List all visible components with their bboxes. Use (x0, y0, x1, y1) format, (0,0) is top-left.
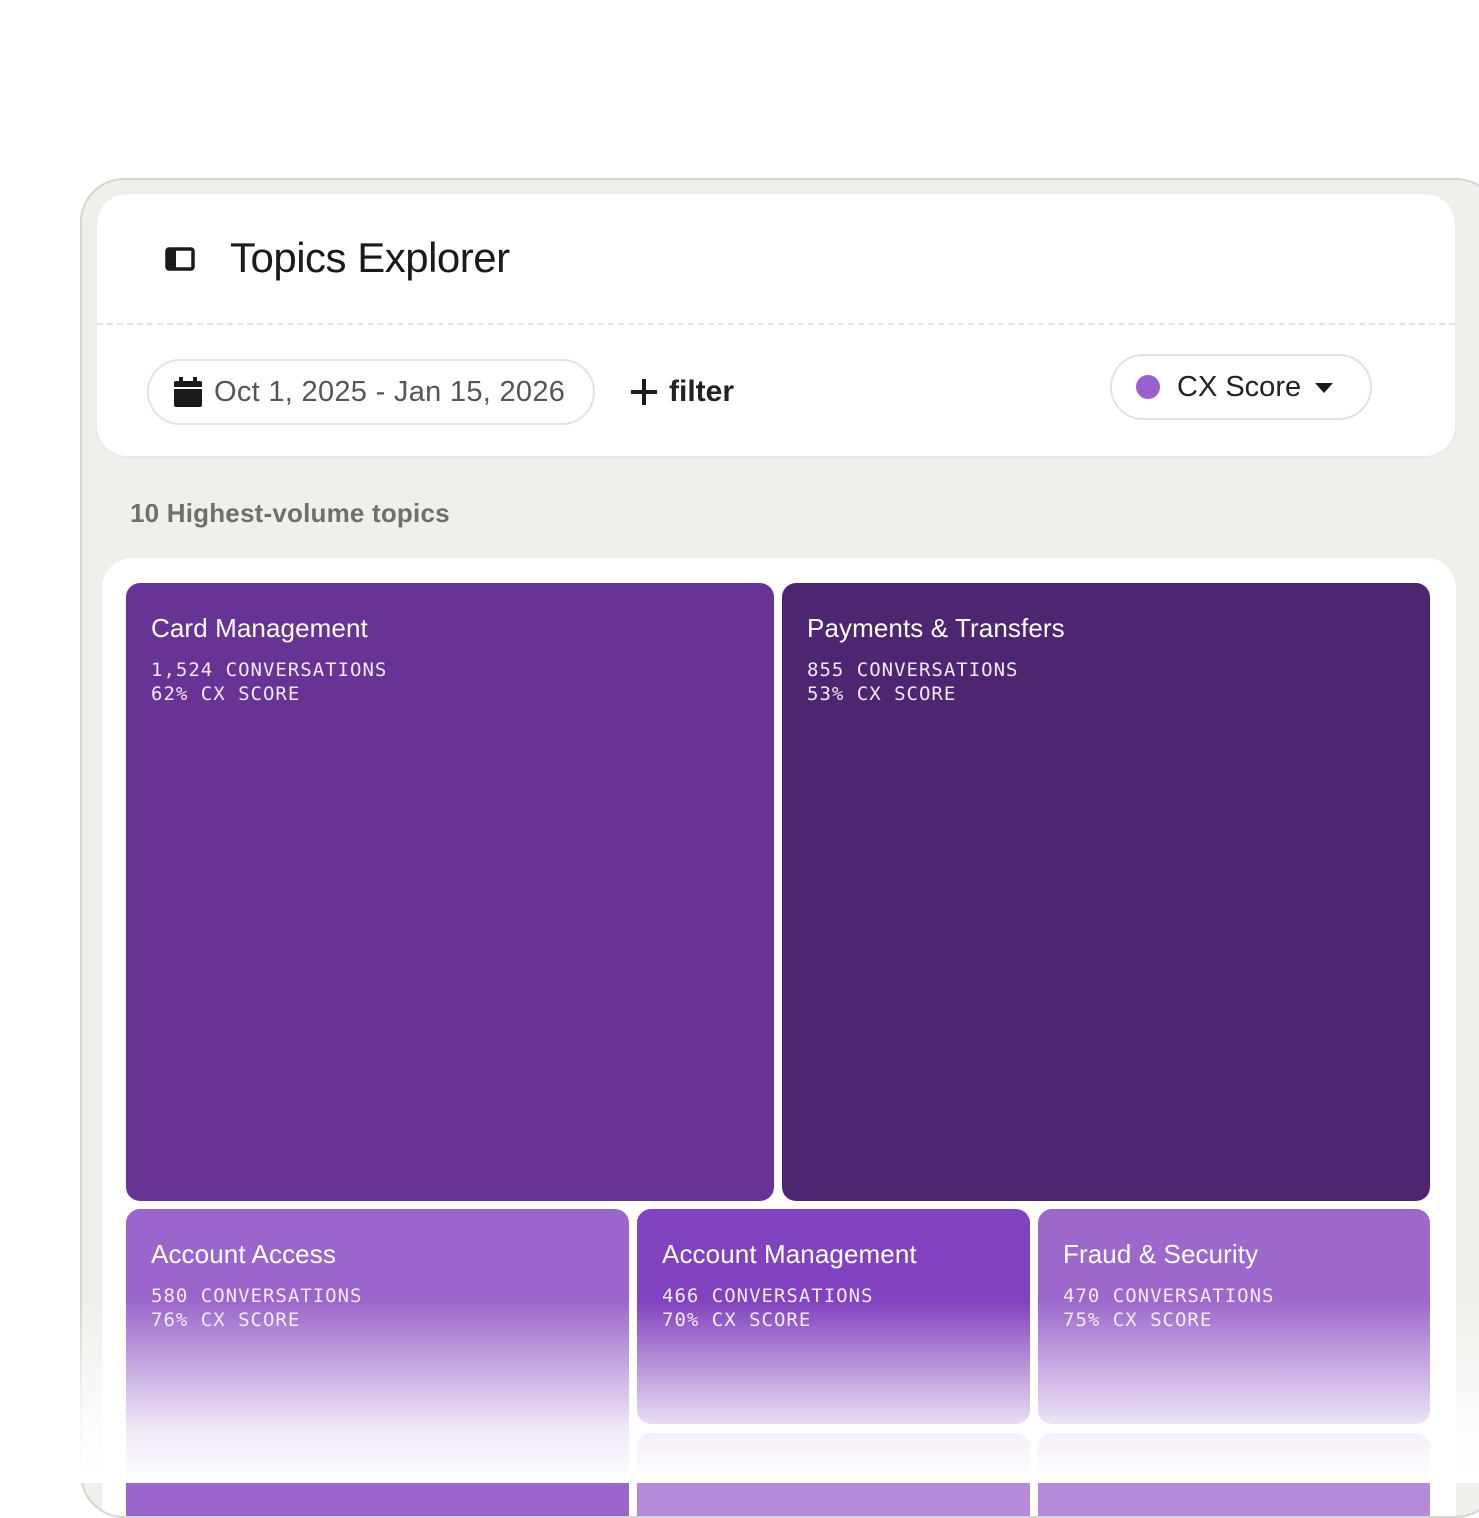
caret-down-icon (1315, 381, 1334, 393)
topic-conversations: 1,524 CONVERSATIONS (151, 659, 388, 681)
date-range-picker[interactable]: Oct 1, 2025 - Jan 15, 2026 (147, 359, 595, 425)
add-filter-button[interactable]: filter (631, 364, 734, 420)
topic-cx-score: 62% CX SCORE (151, 683, 301, 705)
calendar-icon (174, 377, 202, 407)
topics-treemap: Card Management 1,524 CONVERSATIONS 62% … (102, 558, 1456, 1516)
topic-tile-partial[interactable] (637, 1433, 1030, 1516)
app-window: Topics Explorer Oct 1, 2025 - Jan 15, 20… (80, 178, 1479, 1518)
plus-icon (631, 379, 657, 405)
topic-tile[interactable]: Account Access 580 CONVERSATIONS 76% CX … (126, 1209, 629, 1516)
topic-conversations: 466 CONVERSATIONS (662, 1285, 874, 1307)
topic-tile[interactable]: Payments & Transfers 855 CONVERSATIONS 5… (782, 583, 1430, 1201)
metric-color-dot (1136, 375, 1160, 399)
header-card: Topics Explorer Oct 1, 2025 - Jan 15, 20… (97, 194, 1455, 456)
topic-name: Fraud & Security (1063, 1239, 1259, 1269)
topic-conversations: 580 CONVERSATIONS (151, 1285, 363, 1307)
sidebar-toggle-icon[interactable] (165, 247, 195, 271)
page-title: Topics Explorer (230, 234, 510, 281)
topic-conversations: 470 CONVERSATIONS (1063, 1285, 1275, 1307)
topic-tile[interactable]: Card Management 1,524 CONVERSATIONS 62% … (126, 583, 774, 1201)
topic-tile[interactable]: Account Management 466 CONVERSATIONS 70%… (637, 1209, 1030, 1424)
topic-name: Account Access (151, 1239, 336, 1269)
topic-name: Payments & Transfers (807, 613, 1065, 643)
topic-cx-score: 76% CX SCORE (151, 1309, 301, 1331)
topic-cx-score: 53% CX SCORE (807, 683, 957, 705)
title-bar: Topics Explorer (97, 194, 1455, 325)
topic-tile-partial[interactable] (1038, 1433, 1430, 1516)
date-range-text: Oct 1, 2025 - Jan 15, 2026 (214, 375, 566, 408)
topic-conversations: 855 CONVERSATIONS (807, 659, 1019, 681)
add-filter-label: filter (669, 375, 735, 408)
topic-cx-score: 70% CX SCORE (662, 1309, 812, 1331)
topic-name: Account Management (662, 1239, 917, 1269)
metric-dropdown-label: CX Score (1177, 370, 1302, 403)
topic-cx-score: 75% CX SCORE (1063, 1309, 1213, 1331)
metric-dropdown[interactable]: CX Score (1110, 354, 1372, 420)
section-heading: 10 Highest-volume topics (130, 498, 450, 528)
topic-tile[interactable]: Fraud & Security 470 CONVERSATIONS 75% C… (1038, 1209, 1430, 1424)
topic-name: Card Management (151, 613, 368, 643)
